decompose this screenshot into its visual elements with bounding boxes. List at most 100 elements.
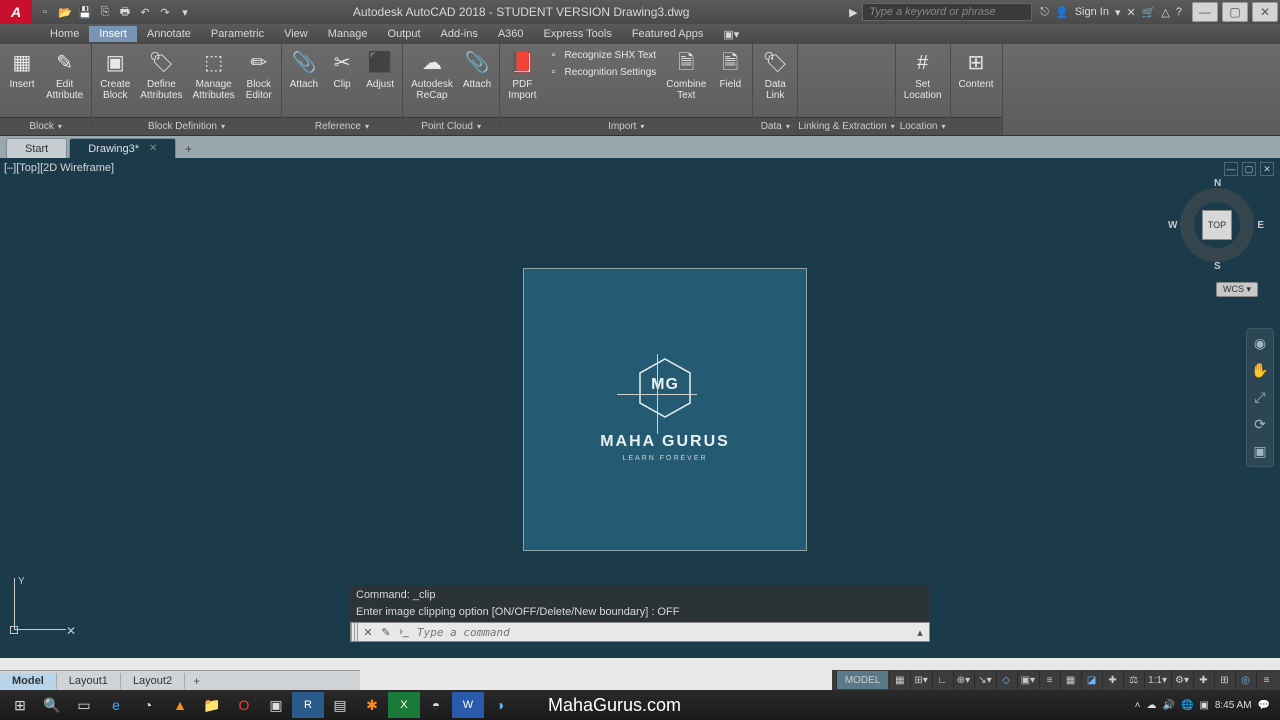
tray-clock[interactable]: 8:45 AM: [1215, 700, 1252, 711]
nav-showmotion-icon[interactable]: ▣: [1253, 443, 1266, 460]
ribbon-combine-text[interactable]: 🗎CombineText: [662, 47, 710, 103]
tb-opera-icon[interactable]: O: [228, 692, 260, 718]
ribbon-set-location[interactable]: #SetLocation: [900, 47, 946, 103]
status-transparency-icon[interactable]: ▦: [1060, 671, 1080, 689]
status-polar-icon[interactable]: ⊕▾: [953, 671, 973, 689]
tb-store-icon[interactable]: ▤: [324, 692, 356, 718]
ribbon-state-icon[interactable]: ▣▾: [713, 26, 749, 43]
ribbon-create-block[interactable]: ▣CreateBlock: [96, 47, 134, 103]
panel-label[interactable]: Reference: [282, 117, 402, 135]
qat-saveas-icon[interactable]: ⎘: [96, 3, 114, 21]
signin-button[interactable]: Sign In: [1075, 6, 1109, 18]
tb-explorer-icon[interactable]: 📁: [196, 692, 228, 718]
exchange-icon[interactable]: ✕: [1126, 6, 1135, 19]
tb-revit-icon[interactable]: R: [292, 692, 324, 718]
status-annoscale-icon[interactable]: ⚖: [1123, 671, 1143, 689]
tb-app2-icon[interactable]: ✱: [356, 692, 388, 718]
menu-tab-parametric[interactable]: Parametric: [201, 26, 274, 42]
ribbon-define-attributes[interactable]: 🏷DefineAttributes: [136, 47, 186, 103]
menu-tab-view[interactable]: View: [274, 26, 318, 42]
layout-tab-model[interactable]: Model: [0, 673, 57, 689]
maximize-button[interactable]: ▢: [1222, 2, 1248, 22]
cart-icon[interactable]: 🛒: [1142, 6, 1156, 19]
signin-drop-icon[interactable]: ▾: [1115, 6, 1121, 19]
tray-notif-icon[interactable]: 💬: [1258, 700, 1270, 711]
tray-lang-icon[interactable]: ▣: [1199, 700, 1208, 711]
drawing-area[interactable]: [–][Top][2D Wireframe] — ▢ ✕ TOP N S E W…: [0, 158, 1280, 658]
status-cycling-icon[interactable]: ◪: [1081, 671, 1101, 689]
app-icon[interactable]: A: [0, 0, 32, 24]
file-tab-start[interactable]: Start: [6, 138, 67, 158]
ribbon-block-editor[interactable]: ✏BlockEditor: [241, 47, 277, 103]
panel-label[interactable]: Block: [0, 117, 91, 135]
menu-tab-add-ins[interactable]: Add-ins: [431, 26, 488, 42]
viewcube-s[interactable]: S: [1214, 261, 1221, 272]
vp-minimize-icon[interactable]: —: [1224, 162, 1238, 176]
menu-tab-output[interactable]: Output: [378, 26, 431, 42]
tb-vlc-icon[interactable]: ▲: [164, 692, 196, 718]
tb-app4-icon[interactable]: ◑: [484, 692, 516, 718]
status-annomonitor-icon[interactable]: ✚: [1102, 671, 1122, 689]
menu-tab-manage[interactable]: Manage: [318, 26, 378, 42]
status-osnap-icon[interactable]: ◇: [996, 671, 1016, 689]
ribbon-adjust[interactable]: ⬛Adjust: [362, 47, 398, 92]
minimize-button[interactable]: —: [1192, 2, 1218, 22]
status-snap-icon[interactable]: ⊞▾: [910, 671, 930, 689]
ribbon-pdf-import[interactable]: 📕PDFImport: [504, 47, 540, 103]
ribbon-attach[interactable]: 📎Attach: [459, 47, 495, 92]
panel-label[interactable]: Location: [896, 117, 950, 135]
qat-undo-icon[interactable]: ↶: [136, 3, 154, 21]
user-icon[interactable]: 👤: [1055, 6, 1069, 19]
layout-add[interactable]: +: [185, 674, 208, 688]
attached-image[interactable]: MG MAHA GURUS LEARN FOREVER: [523, 268, 807, 551]
menu-tab-annotate[interactable]: Annotate: [137, 26, 201, 42]
cmd-close-icon[interactable]: ✕: [359, 623, 377, 641]
panel-label[interactable]: Data: [753, 117, 797, 135]
cmd-grip-icon[interactable]: [351, 623, 359, 641]
tray-cloud-icon[interactable]: ☁: [1146, 700, 1156, 711]
viewcube-top[interactable]: TOP: [1202, 210, 1232, 240]
status-3dosnap-icon[interactable]: ▣▾: [1017, 671, 1038, 689]
status-plus-icon[interactable]: ✚: [1193, 671, 1213, 689]
menu-tab-express-tools[interactable]: Express Tools: [534, 26, 622, 42]
menu-tab-featured-apps[interactable]: Featured Apps: [622, 26, 714, 42]
panel-label[interactable]: Linking & Extraction: [798, 117, 894, 135]
tray-net-icon[interactable]: 🌐: [1181, 700, 1193, 711]
command-line[interactable]: ✕ ✎ ›_ ▴: [350, 622, 930, 642]
a360-icon[interactable]: △: [1161, 6, 1169, 19]
panel-label[interactable]: [951, 117, 1002, 135]
status-ws-icon[interactable]: ⊞: [1214, 671, 1234, 689]
cmd-expand-icon[interactable]: ▴: [911, 623, 929, 641]
menu-tab-a360[interactable]: A360: [488, 26, 534, 42]
menu-tab-insert[interactable]: Insert: [89, 26, 137, 42]
layout-tab-layout1[interactable]: Layout1: [57, 673, 121, 689]
viewcube-w[interactable]: W: [1168, 220, 1177, 231]
search-go-icon[interactable]: ▶: [844, 3, 862, 21]
ribbon-insert[interactable]: ▦Insert: [4, 47, 40, 92]
tb-chrome-icon[interactable]: ◔: [132, 692, 164, 718]
tb-ie-icon[interactable]: e: [100, 692, 132, 718]
ribbon-data-link[interactable]: 🏷DataLink: [757, 47, 793, 103]
file-tab-add[interactable]: +: [178, 140, 198, 158]
viewcube[interactable]: TOP N S E W: [1172, 180, 1262, 270]
qat-more-icon[interactable]: ▾: [176, 3, 194, 21]
status-clean-icon[interactable]: ◎: [1235, 671, 1255, 689]
viewcube-e[interactable]: E: [1257, 220, 1264, 231]
ribbon-recognition-settings[interactable]: ▫Recognition Settings: [543, 64, 661, 80]
vp-close-icon[interactable]: ✕: [1260, 162, 1274, 176]
layout-tab-layout2[interactable]: Layout2: [121, 673, 185, 689]
qat-print-icon[interactable]: 🖶: [116, 3, 134, 21]
status-scale[interactable]: 1:1▾: [1144, 671, 1170, 689]
ribbon-edit-attribute[interactable]: ✎EditAttribute: [42, 47, 87, 103]
infocenter-icon[interactable]: ⎋: [1040, 6, 1049, 19]
ribbon-recognize-shx-text[interactable]: ▫Recognize SHX Text: [543, 47, 661, 63]
menu-tab-home[interactable]: Home: [40, 26, 89, 42]
ribbon-field[interactable]: 🗎Field: [712, 47, 748, 92]
ribbon-manage-attributes[interactable]: ⬚ManageAttributes: [189, 47, 239, 103]
nav-zoom-icon[interactable]: ⤢: [1254, 389, 1265, 406]
viewport-label[interactable]: [–][Top][2D Wireframe]: [4, 162, 114, 174]
tray-up-icon[interactable]: ˄: [1135, 700, 1141, 711]
status-model[interactable]: MODEL: [836, 671, 889, 689]
tb-app1-icon[interactable]: ▣: [260, 692, 292, 718]
ribbon-clip[interactable]: ✂Clip: [324, 47, 360, 92]
